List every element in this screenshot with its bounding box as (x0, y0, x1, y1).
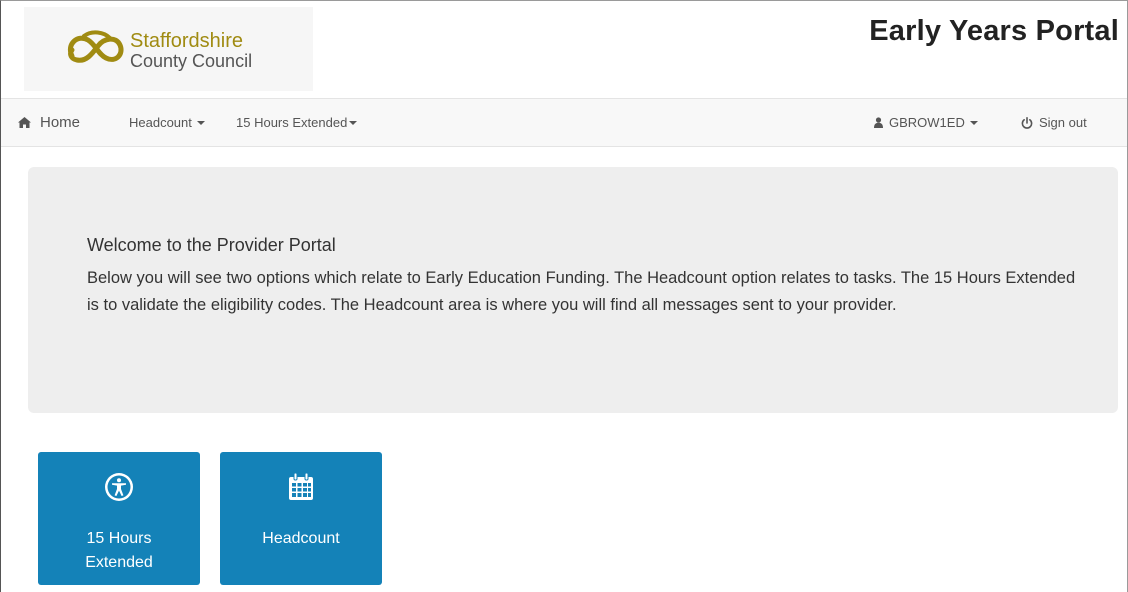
main-navbar: Home Headcount 15 Hours Extended GBROW1E… (1, 98, 1127, 147)
nav-signout-label: Sign out (1039, 115, 1087, 130)
tile-label-headcount: Headcount (262, 530, 340, 547)
caret-down-icon (349, 120, 358, 125)
nav-15-hours-extended-dropdown[interactable]: 15 Hours Extended (236, 99, 358, 146)
tile-label: 15 Hours Extended (38, 527, 200, 575)
page-header: Staffordshire County Council Early Years… (1, 1, 1127, 97)
page-title: Early Years Portal (869, 15, 1119, 47)
user-icon (874, 117, 883, 128)
nav-user-label: GBROW1ED (889, 115, 965, 130)
nav-headcount-label: Headcount (129, 115, 192, 130)
welcome-body: Below you will see two options which rel… (87, 269, 1076, 314)
logo-text: Staffordshire County Council (130, 31, 252, 71)
tile-label-line2: Extended (85, 554, 153, 571)
nav-home-label: Home (40, 114, 81, 131)
nav-signout-link[interactable]: Sign out (1021, 99, 1087, 146)
nav-extended-label: 15 Hours Extended (236, 115, 348, 130)
tile-15-hours-extended[interactable]: 15 Hours Extended (38, 452, 200, 585)
tile-headcount[interactable]: Headcount (220, 452, 382, 585)
nav-home-link[interactable]: Home (17, 99, 80, 146)
welcome-panel: Welcome to the Provider Portal Below you… (28, 167, 1118, 413)
caret-down-icon (196, 120, 205, 125)
power-icon (1021, 116, 1033, 129)
welcome-heading: Welcome to the Provider Portal (87, 235, 336, 255)
app-window: Staffordshire County Council Early Years… (0, 0, 1128, 592)
tile-label-line1: 15 Hours (86, 530, 152, 547)
logo-line-county-council: County Council (130, 51, 253, 71)
calendar-icon (289, 472, 313, 500)
nav-headcount-dropdown[interactable]: Headcount (129, 99, 205, 146)
stafford-knot-icon (68, 30, 124, 63)
logo-line-staffordshire: Staffordshire (130, 30, 244, 52)
nav-user-dropdown[interactable]: GBROW1ED (874, 99, 978, 146)
council-logo[interactable]: Staffordshire County Council (24, 7, 313, 91)
home-icon (18, 117, 31, 128)
caret-down-icon (969, 120, 978, 125)
accessibility-icon (105, 473, 133, 501)
tile-label: Headcount (220, 527, 382, 551)
